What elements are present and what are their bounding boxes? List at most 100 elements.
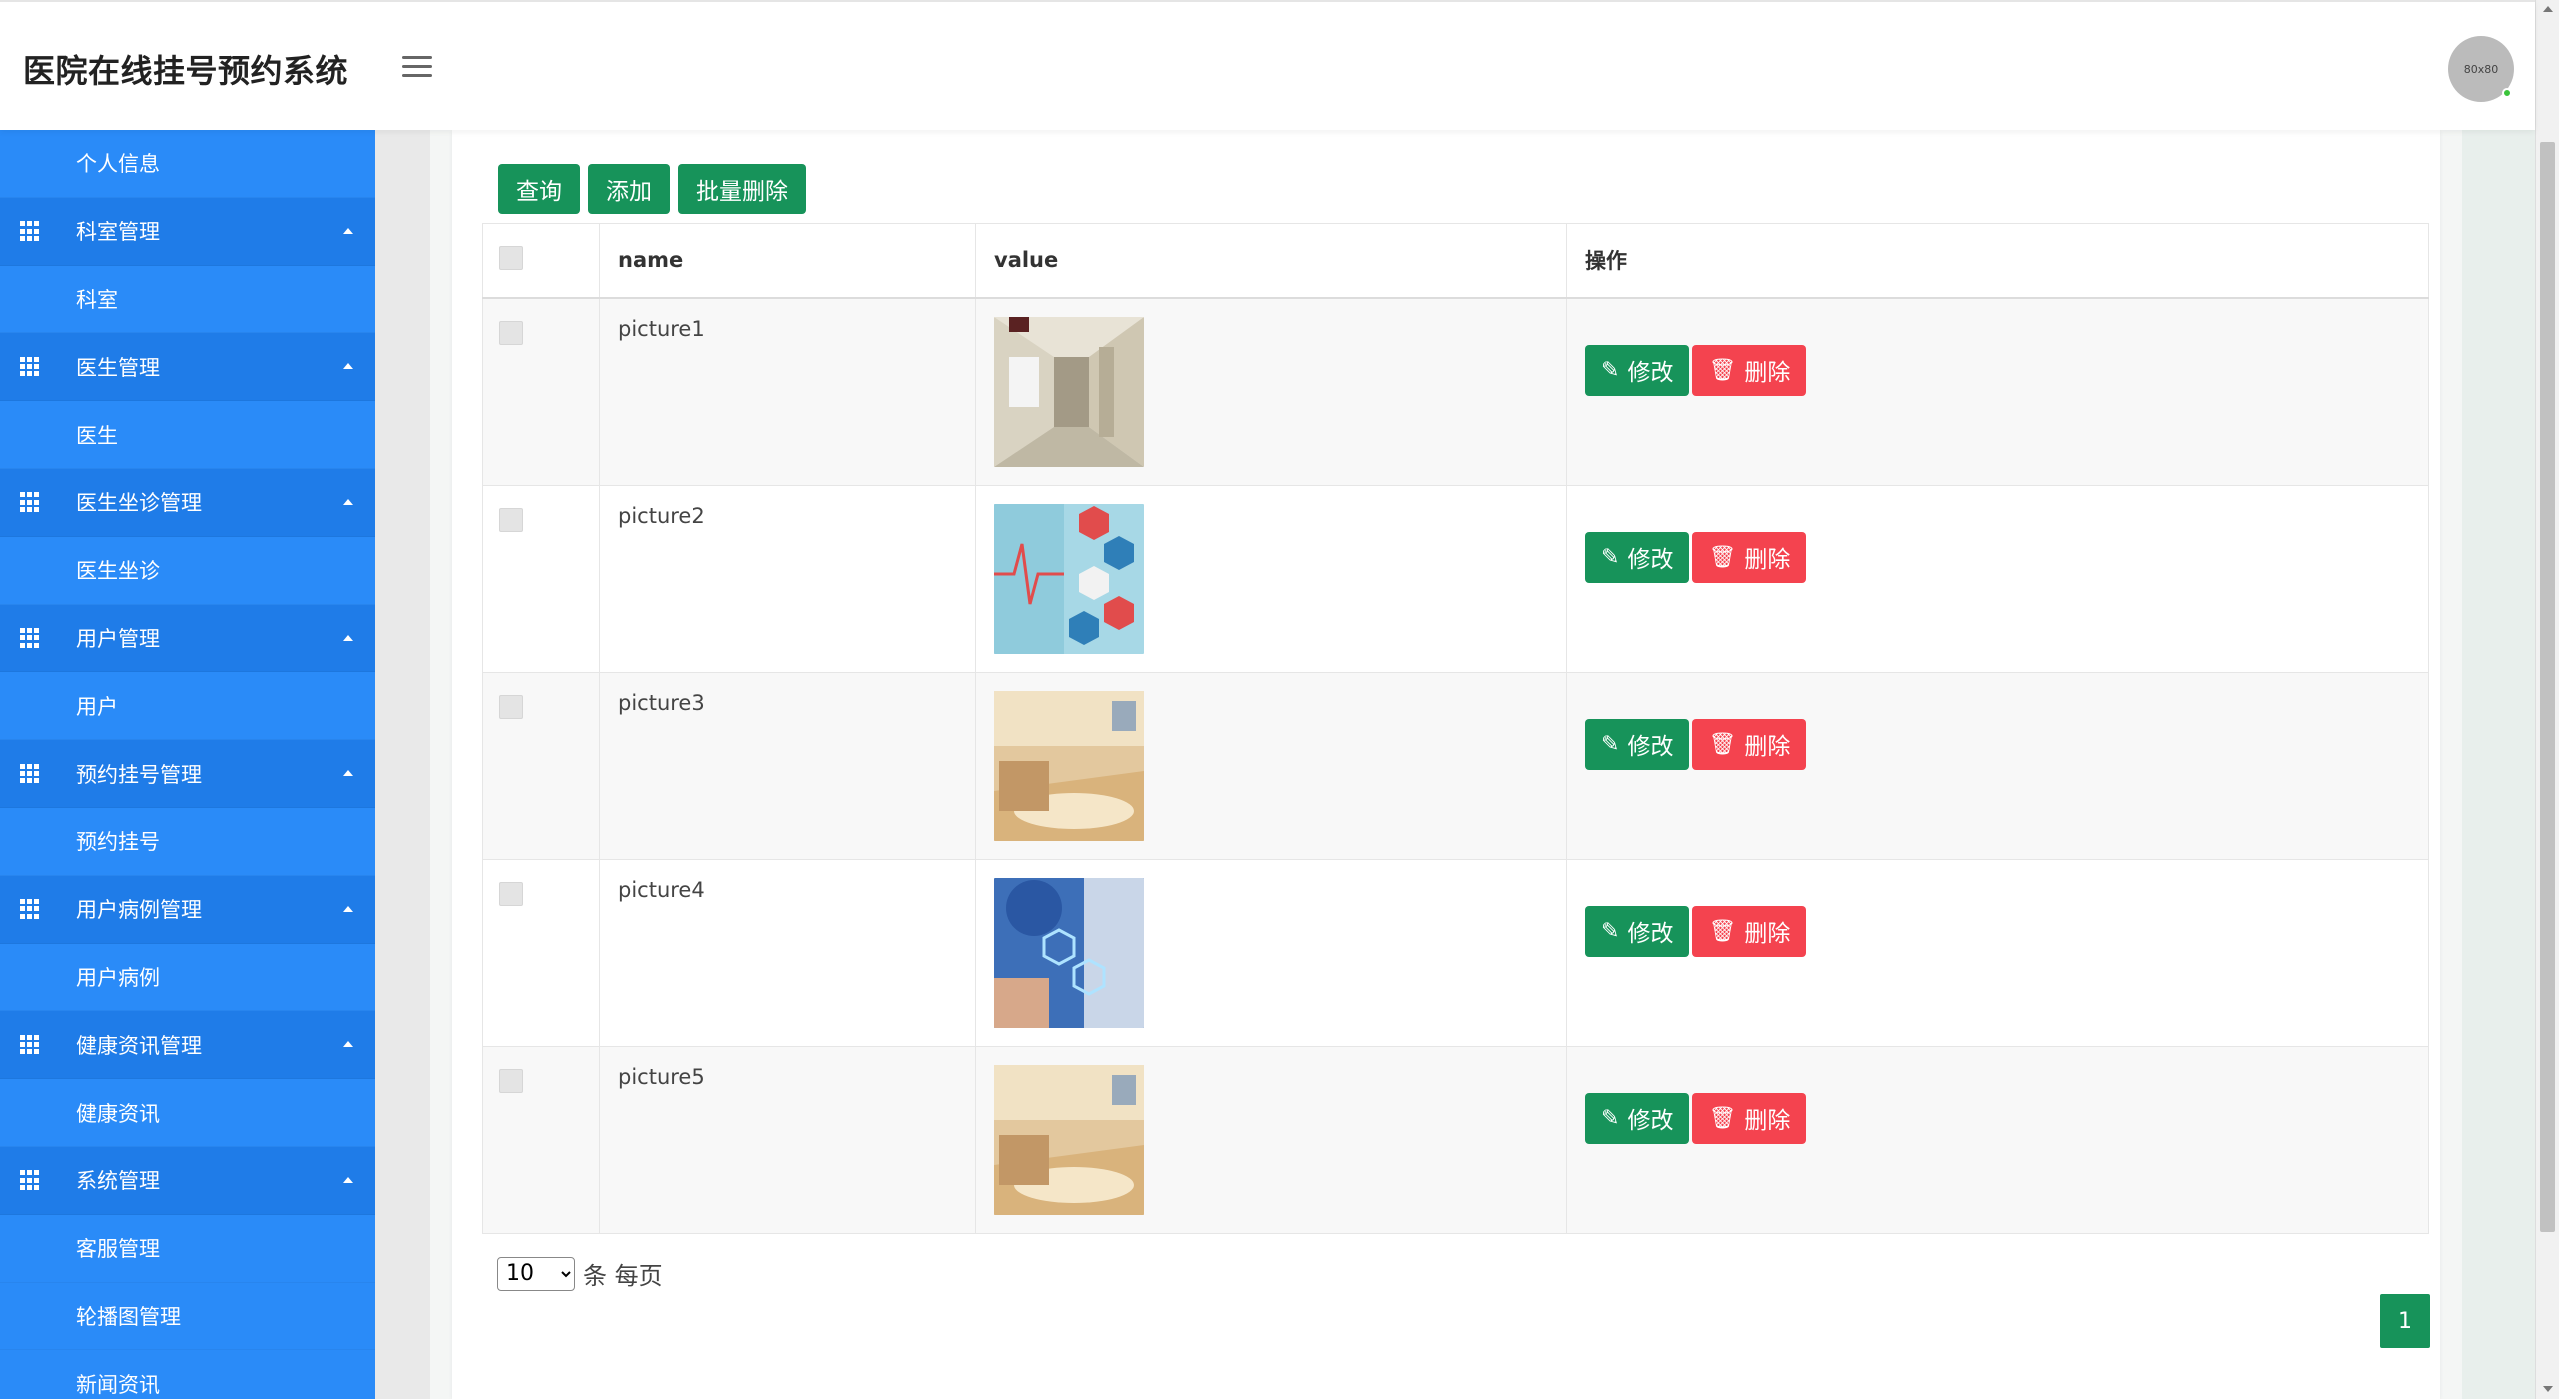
name-cell: picture2 xyxy=(599,484,976,673)
value-cell xyxy=(975,858,1567,1047)
grid-icon xyxy=(20,763,40,784)
medical-hexagon-image xyxy=(994,503,1548,654)
query-button[interactable]: 查询 xyxy=(498,164,580,214)
sidebar-item-label: 医生管理 xyxy=(76,355,160,380)
row-checkbox[interactable] xyxy=(499,881,523,906)
table-row: picture5 ✎ 修改 🗑 删除 xyxy=(482,1045,2429,1234)
edit-icon: ✎ xyxy=(1601,918,1620,944)
page-button-current[interactable]: 1 xyxy=(2380,1294,2430,1348)
batch-delete-button[interactable]: 批量删除 xyxy=(678,164,806,214)
caret-up-icon xyxy=(343,227,353,234)
trash-icon: 🗑 xyxy=(1708,357,1737,383)
edit-button[interactable]: ✎ 修改 xyxy=(1585,531,1690,583)
sidebar-item[interactable]: 新闻资讯 xyxy=(0,1350,375,1399)
online-status-icon xyxy=(2502,88,2512,98)
sidebar-item-label: 个人信息 xyxy=(76,152,160,177)
app-title: 医院在线挂号预约系统 xyxy=(23,52,349,90)
sidebar-item-label: 新闻资讯 xyxy=(76,1372,160,1397)
sidebar-group[interactable]: 医生管理 xyxy=(0,333,375,402)
sidebar-item[interactable]: 轮播图管理 xyxy=(0,1282,375,1351)
sidebar-item[interactable]: 健康资讯 xyxy=(0,1079,375,1147)
sidebar-item[interactable]: 科室 xyxy=(0,265,375,334)
row-checkbox[interactable] xyxy=(499,507,523,532)
sidebar-group[interactable]: 用户病例管理 xyxy=(0,875,375,944)
ops-cell: ✎ 修改 🗑 删除 xyxy=(1566,858,2429,1047)
edit-button[interactable]: ✎ 修改 xyxy=(1585,1092,1690,1144)
pager: 10 条 每页 xyxy=(497,1256,663,1291)
sidebar-item[interactable]: 客服管理 xyxy=(0,1214,375,1283)
table-row: picture4 ✎ 修改 🗑 删除 xyxy=(482,858,2429,1047)
edit-button[interactable]: ✎ 修改 xyxy=(1585,718,1690,770)
delete-button[interactable]: 🗑 删除 xyxy=(1692,531,1807,583)
ops-cell: ✎ 修改 🗑 删除 xyxy=(1566,671,2429,860)
edit-icon: ✎ xyxy=(1601,731,1620,757)
delete-label: 删除 xyxy=(1744,547,1791,573)
row-check-cell xyxy=(482,1045,600,1234)
sidebar-group[interactable]: 系统管理 xyxy=(0,1146,375,1215)
add-button[interactable]: 添加 xyxy=(588,164,670,214)
row-actions: ✎ 修改 🗑 删除 xyxy=(1585,531,2410,583)
row-checkbox[interactable] xyxy=(499,694,523,719)
table-row: picture3 ✎ 修改 🗑 删除 xyxy=(482,671,2429,860)
scroll-up-icon[interactable] xyxy=(2543,6,2553,12)
sidebar-item-label: 用户病例 xyxy=(76,965,160,990)
sidebar-group[interactable]: 医生坐诊管理 xyxy=(0,468,375,537)
sidebar-item-label: 系统管理 xyxy=(76,1169,160,1194)
delete-button[interactable]: 🗑 删除 xyxy=(1692,905,1807,957)
row-check-cell xyxy=(482,858,600,1047)
edit-label: 修改 xyxy=(1627,734,1674,760)
caret-up-icon xyxy=(343,1041,353,1048)
sidebar-group[interactable]: 预约挂号管理 xyxy=(0,740,375,808)
sidebar-item[interactable]: 预约挂号 xyxy=(0,807,375,876)
value-cell xyxy=(975,297,1567,486)
row-checkbox[interactable] xyxy=(499,320,523,345)
sidebar-item[interactable]: 医生 xyxy=(0,401,375,469)
hospital-lobby-image xyxy=(994,690,1548,841)
row-check-cell xyxy=(482,297,600,486)
edit-label: 修改 xyxy=(1627,547,1674,573)
sidebar-item[interactable]: 医生坐诊 xyxy=(0,536,375,605)
data-table: name value 操作 picture1 ✎ 修改 🗑 删除 picture2 ✎ 修改 🗑… xyxy=(482,223,2429,1234)
sidebar-item-label: 用户 xyxy=(76,694,118,719)
trash-icon: 🗑 xyxy=(1708,731,1737,757)
sidebar-item-label: 轮播图管理 xyxy=(76,1304,181,1329)
sidebar-group[interactable]: 健康资讯管理 xyxy=(0,1011,375,1080)
name-cell: picture4 xyxy=(599,858,976,1047)
edit-label: 修改 xyxy=(1627,360,1674,386)
caret-up-icon xyxy=(343,770,353,777)
table-row: picture2 ✎ 修改 🗑 删除 xyxy=(482,484,2429,673)
sidebar-item-label: 科室 xyxy=(76,287,118,312)
scrollbar-thumb[interactable] xyxy=(2540,142,2555,1232)
sidebar-item[interactable]: 用户 xyxy=(0,672,375,741)
row-actions: ✎ 修改 🗑 删除 xyxy=(1585,905,2410,957)
sidebar-item-label: 医生坐诊 xyxy=(76,559,160,584)
value-cell xyxy=(975,484,1567,673)
sidebar-item-label: 健康资讯 xyxy=(76,1101,160,1126)
row-checkbox[interactable] xyxy=(499,1068,523,1093)
page-size-select[interactable]: 10 xyxy=(497,1256,575,1291)
hamburger-menu-icon[interactable] xyxy=(402,56,432,80)
row-name: picture1 xyxy=(618,316,705,341)
caret-up-icon xyxy=(343,634,353,641)
right-gutter xyxy=(2462,130,2535,1399)
delete-button[interactable]: 🗑 删除 xyxy=(1692,718,1807,770)
scroll-down-icon[interactable] xyxy=(2543,1386,2553,1392)
edit-button[interactable]: ✎ 修改 xyxy=(1585,344,1690,396)
delete-label: 删除 xyxy=(1744,921,1791,947)
ops-cell: ✎ 修改 🗑 删除 xyxy=(1566,297,2429,486)
name-cell: picture5 xyxy=(599,1045,976,1234)
delete-button[interactable]: 🗑 删除 xyxy=(1692,344,1807,396)
sidebar-group[interactable]: 用户管理 xyxy=(0,604,375,673)
sidebar: 个人信息科室管理科室医生管理医生 医生坐诊管理医生坐诊用户管理用户预约挂号管理 预约… xyxy=(0,130,375,1399)
sidebar-item[interactable]: 个人信息 xyxy=(0,130,375,198)
medical-tech-image xyxy=(994,877,1548,1028)
vertical-scrollbar[interactable] xyxy=(2535,0,2559,1399)
delete-button[interactable]: 🗑 删除 xyxy=(1692,1092,1807,1144)
edit-button[interactable]: ✎ 修改 xyxy=(1585,905,1690,957)
sidebar-group[interactable]: 科室管理 xyxy=(0,197,375,266)
caret-up-icon xyxy=(343,498,353,505)
top-header: 医院在线挂号预约系统 80x80 xyxy=(0,0,2535,130)
select-all-checkbox[interactable] xyxy=(499,245,523,270)
edit-label: 修改 xyxy=(1627,1108,1674,1134)
sidebar-item[interactable]: 用户病例 xyxy=(0,943,375,1012)
